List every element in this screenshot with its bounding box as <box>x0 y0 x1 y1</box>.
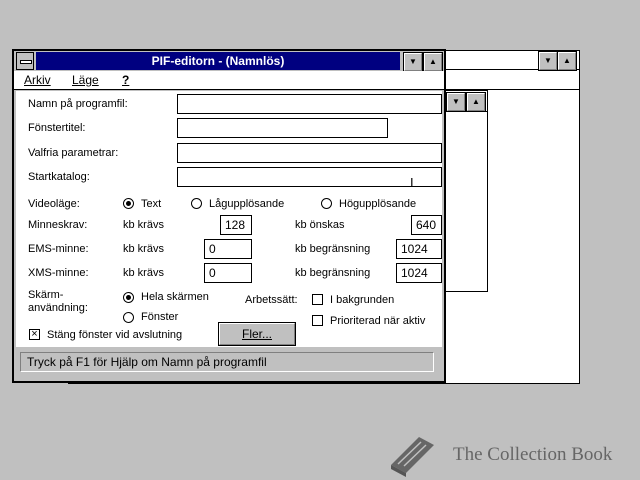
chevron-down-icon[interactable]: ▼ <box>404 53 422 71</box>
video-low-label: Lågupplösande <box>209 198 285 210</box>
ems-limit-input[interactable]: 1024 <box>396 239 442 259</box>
video-mode-label: Videoläge: <box>28 198 80 210</box>
windowed-label: Fönster <box>141 311 179 323</box>
xms-label: XMS-minne: <box>28 267 89 279</box>
window-title-input[interactable] <box>177 118 388 138</box>
windowed-radio[interactable] <box>123 312 134 323</box>
fullscreen-radio[interactable] <box>123 292 134 303</box>
video-text-radio[interactable] <box>123 198 134 209</box>
background-label: I bakgrunden <box>330 294 395 306</box>
ems-limit-label: kb begränsning <box>295 243 371 255</box>
execution-label: Arbetssätt: <box>245 294 298 306</box>
window-title-label: Fönstertitel: <box>28 122 86 134</box>
program-file-input[interactable] <box>177 94 442 114</box>
status-text: Tryck på F1 för Hjälp om Namn på program… <box>27 355 267 369</box>
close-on-exit-checkbox[interactable]: × <box>29 329 40 340</box>
window-title: PIF-editorn - (Namnlös) <box>36 52 400 70</box>
chevron-up-icon[interactable]: ▲ <box>558 52 576 70</box>
ems-label: EMS-minne: <box>28 243 89 255</box>
menu-arkiv[interactable]: Arkiv <box>24 73 51 87</box>
memory-req-label: kb krävs <box>123 219 164 231</box>
program-file-label: Namn på programfil: <box>28 98 128 110</box>
xms-limit-input[interactable]: 1024 <box>396 263 442 283</box>
xms-limit-label: kb begränsning <box>295 267 371 279</box>
watermark-text: The Collection Book <box>453 444 613 465</box>
start-dir-input[interactable] <box>177 167 442 187</box>
exclusive-checkbox[interactable] <box>312 315 323 326</box>
optional-params-input[interactable] <box>177 143 442 163</box>
memory-des-label: kb önskas <box>295 219 345 231</box>
video-text-label: Text <box>141 198 162 210</box>
background-checkbox[interactable] <box>312 294 323 305</box>
optional-params-label: Valfria parametrar: <box>28 147 119 159</box>
memory-req-input[interactable]: 128 <box>220 215 252 235</box>
menu-bar: Arkiv Läge ? <box>14 71 444 90</box>
video-high-label: Högupplösande <box>339 198 417 210</box>
screen-usage-label-2: användning: <box>28 302 88 314</box>
memory-label: Minneskrav: <box>28 219 88 231</box>
chevron-down-icon[interactable]: ▼ <box>539 52 557 70</box>
memory-des-input[interactable]: 640 <box>411 215 442 235</box>
more-button[interactable]: Fler... <box>219 323 295 345</box>
status-bar: Tryck på F1 för Hjälp om Namn på program… <box>20 352 434 372</box>
menu-lage[interactable]: Läge <box>72 73 99 87</box>
chevron-down-icon[interactable]: ▼ <box>447 93 465 111</box>
close-on-exit-label: Stäng fönster vid avslutning <box>47 329 183 341</box>
xms-req-label: kb krävs <box>123 267 164 279</box>
video-low-radio[interactable] <box>191 198 202 209</box>
book-icon <box>386 432 436 477</box>
more-button-label: Fler... <box>241 327 272 341</box>
start-dir-label: Startkatalog: <box>28 171 90 183</box>
video-high-radio[interactable] <box>321 198 332 209</box>
ems-req-input[interactable]: 0 <box>204 239 252 259</box>
system-menu-icon[interactable] <box>16 52 34 70</box>
ems-req-label: kb krävs <box>123 243 164 255</box>
exclusive-label: Prioriterad när aktiv <box>330 315 426 327</box>
fullscreen-label: Hela skärmen <box>141 291 209 303</box>
screen-usage-label-1: Skärm- <box>28 289 64 301</box>
text-cursor-icon: I <box>410 175 414 190</box>
menu-help[interactable]: ? <box>122 73 129 87</box>
pif-editor-window: PIF-editorn - (Namnlös) ▼ ▲ Arkiv Läge ?… <box>12 49 446 383</box>
xms-req-input[interactable]: 0 <box>204 263 252 283</box>
chevron-up-icon[interactable]: ▲ <box>467 93 485 111</box>
chevron-up-icon[interactable]: ▲ <box>424 53 442 71</box>
